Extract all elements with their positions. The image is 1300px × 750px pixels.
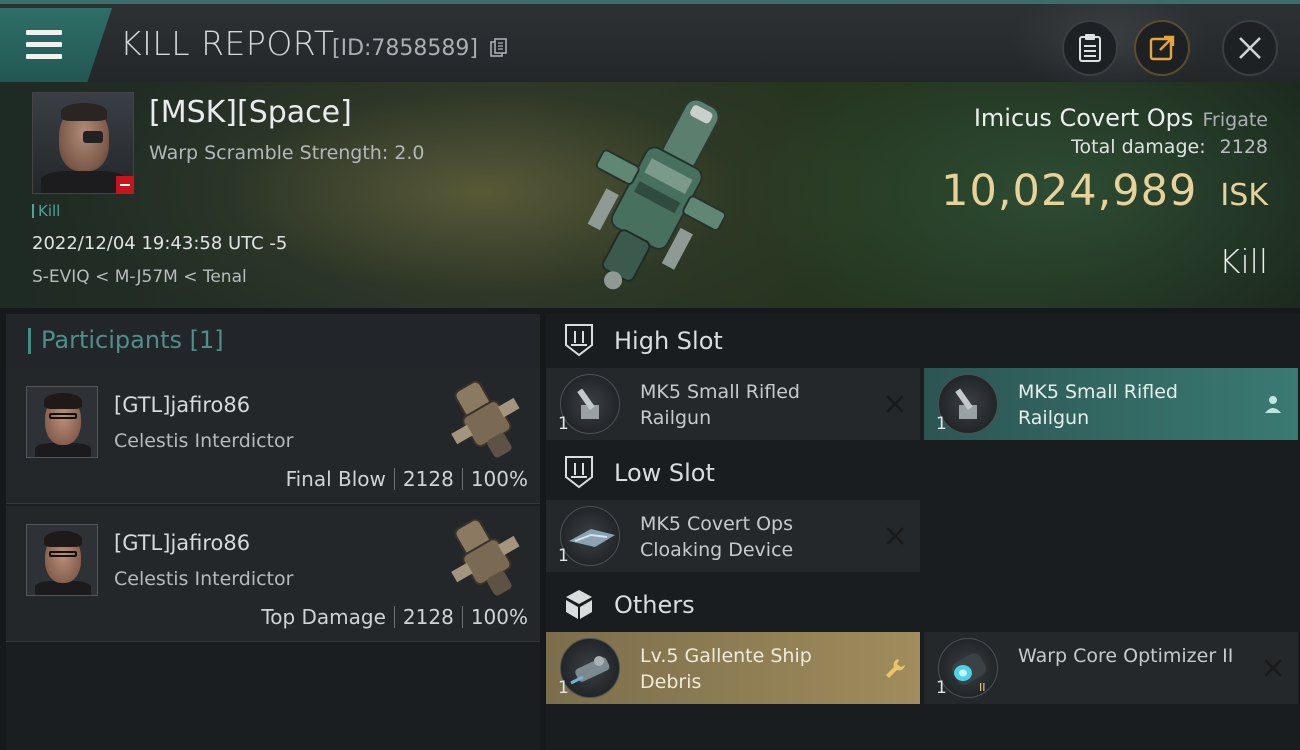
participant-ship-image xyxy=(451,518,520,596)
participant-damage: 2128 xyxy=(402,467,454,491)
report-id: [ID:7858589] xyxy=(332,36,478,61)
wrench-icon xyxy=(886,659,905,678)
high-slot-icon xyxy=(565,324,593,357)
page-title: KILL REPORT xyxy=(120,24,335,63)
loss-badge xyxy=(116,176,134,194)
share-icon xyxy=(1149,35,1175,61)
participant-row[interactable]: [GTL]jafiro86 Celestis Interdictor Top D… xyxy=(6,506,540,642)
participant-stats: Final Blow 2128 100% xyxy=(286,467,528,491)
participant-damage: 2128 xyxy=(402,605,454,629)
warp-scramble-strength: Warp Scramble Strength: 2.0 xyxy=(149,142,425,164)
svg-text:II: II xyxy=(979,681,986,694)
item-name: Lv.5 Gallente Ship Debris xyxy=(640,645,812,693)
isk-value: 10,024,989 xyxy=(941,166,1198,216)
destroyed-x-icon xyxy=(886,395,904,413)
clipboard-icon xyxy=(1079,34,1101,62)
participant-ship: Celestis Interdictor xyxy=(114,430,294,452)
item-name: MK5 Small Rifled Railgun xyxy=(640,381,800,429)
kill-count: Kill xyxy=(32,202,60,220)
debris-icon xyxy=(560,638,620,698)
item-name: MK5 Small Rifled Railgun xyxy=(1018,381,1178,429)
participant-ship-image xyxy=(451,380,520,458)
item-name: Warp Core Optimizer II xyxy=(1018,645,1234,667)
ship-value-block: Imicus Covert Ops Frigate Total damage: … xyxy=(941,104,1268,216)
share-button[interactable] xyxy=(1134,20,1190,76)
item-name: MK5 Covert Ops Cloaking Device xyxy=(640,513,794,561)
item-quantity: 1 xyxy=(558,414,569,434)
item-quantity: 1 xyxy=(558,678,569,698)
fittings-panel: High Slot 1 MK5 Small Rifled Railgun 1 M… xyxy=(546,314,1300,750)
participants-label: Participants xyxy=(41,326,182,354)
victim-ship-image xyxy=(587,98,727,290)
participant-percent: 100% xyxy=(470,605,528,629)
kill-datetime: 2022/12/04 19:43:58 UTC -5 xyxy=(32,233,288,254)
participant-percent: 100% xyxy=(470,467,528,491)
railgun-icon xyxy=(938,374,998,434)
fitting-item[interactable]: 1 MK5 Covert Ops Cloaking Device xyxy=(546,500,920,572)
ship-name[interactable]: Imicus Covert Ops xyxy=(974,104,1194,132)
fitting-item[interactable]: 1 Lv.5 Gallente Ship Debris xyxy=(546,632,920,704)
total-damage-label: Total damage: xyxy=(1071,136,1206,158)
others-header: Others xyxy=(546,578,1300,632)
low-slot-header: Low Slot xyxy=(546,446,1300,500)
high-slot-label: High Slot xyxy=(614,327,723,355)
railgun-icon xyxy=(560,374,620,434)
item-quantity: 1 xyxy=(558,546,569,566)
ship-class: Frigate xyxy=(1202,109,1268,131)
warp-core-icon: II xyxy=(938,638,998,698)
others-label: Others xyxy=(614,591,695,619)
kill-location: S-EVIQ < M-J57M < Tenal xyxy=(32,267,247,287)
menu-button[interactable] xyxy=(0,8,112,82)
result-label: Kill xyxy=(1218,242,1268,281)
participant-role: Top Damage xyxy=(261,605,386,629)
participants-header: Participants [1] xyxy=(6,314,540,368)
victim-summary: [MSK][Space] Warp Scramble Strength: 2.0… xyxy=(0,82,1300,308)
close-icon xyxy=(1239,37,1261,59)
close-button[interactable] xyxy=(1222,20,1278,76)
cube-icon xyxy=(566,590,592,619)
victim-name[interactable]: [MSK][Space] xyxy=(149,95,352,130)
item-quantity: 1 xyxy=(936,678,947,698)
participant-stats: Top Damage 2128 100% xyxy=(261,605,528,629)
destroyed-x-icon xyxy=(886,527,904,545)
cloak-icon xyxy=(560,506,620,566)
person-icon xyxy=(1265,396,1281,413)
copy-icon[interactable] xyxy=(490,38,508,58)
participants-panel: Participants [1] [GTL]jafiro86 Celestis … xyxy=(6,314,540,750)
low-slot-icon xyxy=(565,456,593,489)
participant-role: Final Blow xyxy=(285,467,386,491)
item-quantity: 1 xyxy=(936,414,947,434)
fitting-item[interactable]: 1 MK5 Small Rifled Railgun xyxy=(546,368,920,440)
fitting-item[interactable]: II 1 Warp Core Optimizer II xyxy=(924,632,1298,704)
total-damage-value: 2128 xyxy=(1219,136,1268,158)
title-bar: KILL REPORT [ID:7858589] xyxy=(0,0,1300,94)
destroyed-x-icon xyxy=(1264,659,1282,677)
participant-name: [GTL]jafiro86 xyxy=(114,393,251,417)
participant-name: [GTL]jafiro86 xyxy=(114,531,251,555)
isk-unit: ISK xyxy=(1220,178,1268,213)
low-slot-label: Low Slot xyxy=(614,459,715,487)
participant-avatar[interactable] xyxy=(26,386,98,458)
participant-avatar[interactable] xyxy=(26,524,98,596)
participant-ship: Celestis Interdictor xyxy=(114,568,294,590)
hamburger-icon xyxy=(26,30,64,60)
high-slot-header: High Slot xyxy=(546,314,1300,368)
clipboard-button[interactable] xyxy=(1062,20,1118,76)
fitting-item[interactable]: 1 MK5 Small Rifled Railgun xyxy=(924,368,1298,440)
participant-row[interactable]: [GTL]jafiro86 Celestis Interdictor Final… xyxy=(6,368,540,504)
participants-count: [1] xyxy=(189,326,224,354)
